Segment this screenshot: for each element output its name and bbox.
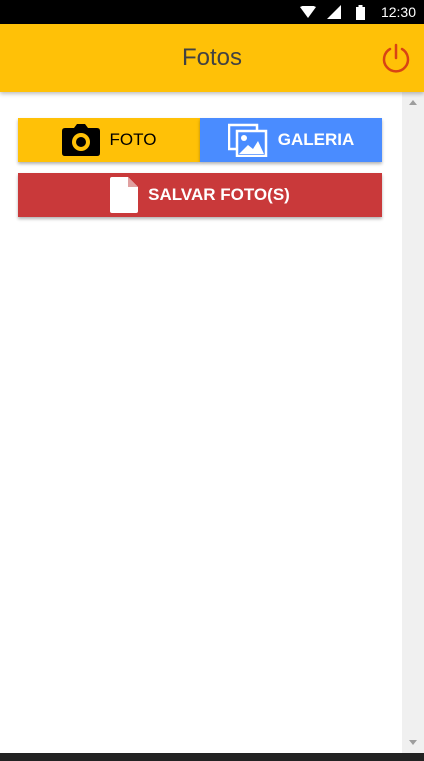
power-button[interactable] [380,42,412,74]
wifi-icon [296,0,320,24]
status-time: 12:30 [380,4,416,20]
galeria-button-label: GALERIA [277,130,355,149]
galeria-button[interactable]: GALERIA [200,118,382,162]
bottom-bar [0,753,424,761]
images-icon [227,123,268,157]
scrollbar[interactable] [402,92,424,753]
scroll-up-icon[interactable] [409,100,417,105]
app-bar: Fotos [0,24,424,92]
scroll-down-icon[interactable] [409,740,417,745]
file-icon [110,177,139,213]
foto-button-label: FOTO [109,130,157,149]
salvar-fotos-button[interactable]: SALVAR FOTO(S) [18,173,382,217]
power-icon [382,43,410,73]
signal-icon [324,0,344,24]
battery-icon [352,0,368,24]
status-bar: 12:30 [0,0,424,24]
salvar-fotos-button-label: SALVAR FOTO(S) [148,185,290,204]
camera-icon [61,124,100,156]
page-title: Fotos [181,44,243,71]
foto-button[interactable]: FOTO [18,118,200,162]
